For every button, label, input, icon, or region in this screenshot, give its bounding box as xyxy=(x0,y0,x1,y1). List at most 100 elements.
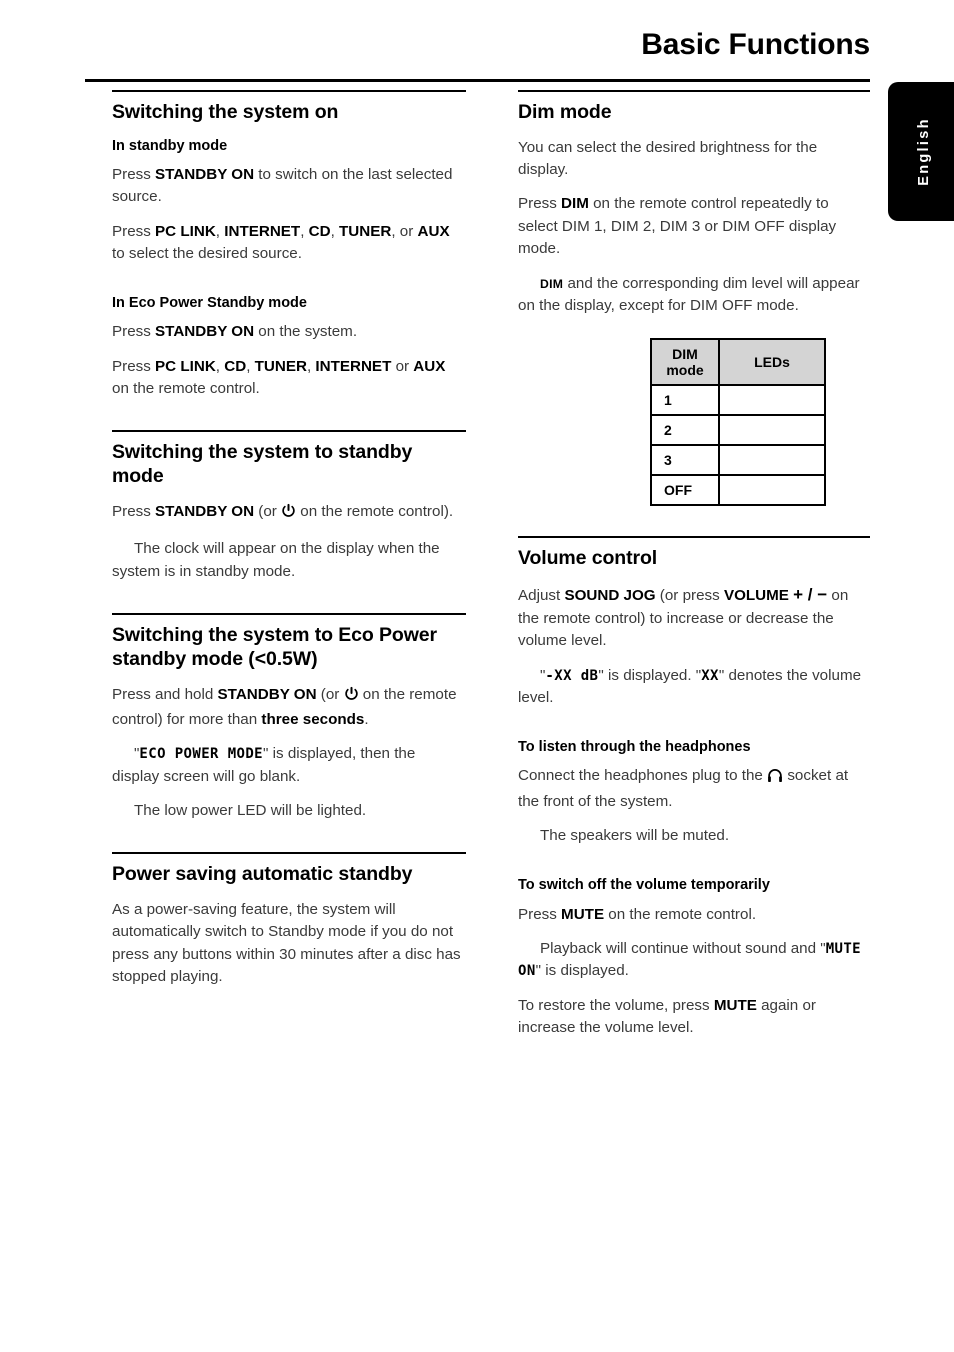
paragraph: Press MUTE on the remote control. xyxy=(518,904,870,926)
emphasis-text: SOUND JOG xyxy=(564,586,656,604)
body-text: , xyxy=(246,357,255,375)
cell-dim-mode: OFF xyxy=(650,474,720,507)
cell-dim-mode: 2 xyxy=(650,414,720,447)
column-header-leds: LEDs xyxy=(718,338,826,387)
body-text: , xyxy=(300,222,309,240)
emphasis-text: CD xyxy=(308,222,331,240)
body-text: Press xyxy=(112,503,156,520)
section-title: Switching the system on xyxy=(112,101,339,123)
table-row: OFF xyxy=(650,474,826,507)
cell-leds xyxy=(718,384,826,417)
body-text: on the remote control. xyxy=(112,380,260,398)
body-text: . xyxy=(364,710,369,728)
emphasis-text: STANDBY ON xyxy=(155,503,255,520)
paragraph: The low power LED will be lighted. xyxy=(112,800,466,822)
paragraph: Adjust SOUND JOG (or press VOLUME + / − … xyxy=(518,583,870,653)
body-text: Press and hold xyxy=(112,685,218,703)
body-text: and the corresponding dim level will app… xyxy=(518,274,860,314)
header-divider xyxy=(85,79,870,82)
body-text: Connect the headphones plug to the xyxy=(518,767,768,785)
table-row: 3 xyxy=(650,444,826,477)
display-text: DIM xyxy=(540,276,564,291)
emphasis-text: INTERNET xyxy=(315,357,392,375)
dim-table-container: DIM mode LEDs 1 2 3 OFF xyxy=(518,338,870,507)
body-text: You can select the desired brightness fo… xyxy=(518,138,818,179)
table-row: 1 xyxy=(650,384,826,417)
paragraph: You can select the desired brightness fo… xyxy=(518,137,870,182)
display-text: XX xyxy=(701,667,719,684)
language-tab: English xyxy=(888,82,954,221)
emphasis-text: TUNER xyxy=(339,222,392,240)
body-text: , or xyxy=(391,222,418,240)
section-volume-control: Volume control Adjust SOUND JOG (or press… xyxy=(518,536,870,1039)
emphasis-text: CD xyxy=(224,357,247,375)
emphasis-text: AUX xyxy=(417,222,450,240)
emphasis-text: AUX xyxy=(413,357,446,375)
cell-leds xyxy=(718,474,826,507)
section-divider xyxy=(518,536,870,539)
right-column: Dim mode You can select the desired brigh… xyxy=(518,90,870,1039)
section-title: Switching the system to Eco Power standb… xyxy=(112,624,438,670)
emphasis-text: MUTE xyxy=(713,996,757,1014)
body-text: The clock will appear on the display whe… xyxy=(112,540,440,580)
section-divider xyxy=(518,90,870,92)
body-text: Press xyxy=(518,905,562,923)
emphasis-text: PC LINK xyxy=(155,222,216,240)
body-text: , xyxy=(330,222,340,240)
section-switching-on: Switching the system on In standby mode Pr… xyxy=(112,90,466,400)
header-line-2: mode xyxy=(666,362,704,379)
section-title: Volume control xyxy=(518,547,658,570)
body-text: (or press xyxy=(655,586,724,604)
emphasis-text: TUNER xyxy=(254,357,307,375)
headphones-icon xyxy=(767,768,783,790)
paragraph: Connect the headphones plug to the socke… xyxy=(518,765,870,813)
section-divider xyxy=(112,852,466,855)
paragraph: Press STANDBY ON (or on the remote contr… xyxy=(112,501,466,526)
section-title: Power saving automatic standby xyxy=(112,863,413,886)
body-text: (or xyxy=(254,503,282,520)
body-text: , xyxy=(215,357,225,375)
paragraph: Press DIM on the remote control repeated… xyxy=(518,193,870,260)
header-line-1: DIM xyxy=(672,346,698,363)
section-power-saving: Power saving automatic standby As a power… xyxy=(112,852,466,988)
body-text: Playback will continue without sound and… xyxy=(540,939,826,957)
subsection-heading: To switch off the volume temporarily xyxy=(518,877,770,894)
paragraph: Press PC LINK, CD, TUNER, INTERNET or AU… xyxy=(112,356,466,401)
column-header-dim-mode: DIM mode xyxy=(650,338,720,387)
paragraph: DIM and the corresponding dim level will… xyxy=(518,273,870,318)
plus-minus-glyph: + / − xyxy=(793,584,828,604)
body-text: The speakers will be muted. xyxy=(540,827,730,845)
body-text: on the remote control. xyxy=(604,905,757,923)
section-dim-mode: Dim mode You can select the desired brigh… xyxy=(518,90,870,507)
body-text: As a power-saving feature, the system wi… xyxy=(112,901,461,986)
body-text: on the system. xyxy=(254,323,358,341)
body-text: Press xyxy=(518,195,562,213)
table-row: 2 xyxy=(650,414,826,447)
paragraph: Press STANDBY ON to switch on the last s… xyxy=(112,164,466,209)
body-text: to select the desired source. xyxy=(112,244,302,262)
table-header-row: DIM mode LEDs xyxy=(650,338,826,387)
power-icon xyxy=(281,503,296,526)
section-switching-standby: Switching the system to standby mode Pres… xyxy=(112,430,466,583)
body-text: The low power LED will be lighted. xyxy=(134,801,367,819)
body-text: on the remote control). xyxy=(296,503,454,520)
subsection-heading: To listen through the headphones xyxy=(518,739,751,756)
emphasis-text: STANDBY ON xyxy=(155,165,255,183)
section-title: Dim mode xyxy=(518,101,612,123)
body-text: Press xyxy=(112,323,156,341)
display-text: -XX dB xyxy=(545,667,599,684)
cell-dim-mode: 1 xyxy=(650,384,720,417)
paragraph: Press PC LINK, INTERNET, CD, TUNER, or A… xyxy=(112,221,466,266)
emphasis-text: three seconds xyxy=(261,710,365,728)
body-text: or xyxy=(391,357,414,375)
body-text: Press xyxy=(112,222,156,240)
emphasis-text: STANDBY ON xyxy=(217,685,317,703)
subsection-heading: In Eco Power Standby mode xyxy=(112,295,307,312)
